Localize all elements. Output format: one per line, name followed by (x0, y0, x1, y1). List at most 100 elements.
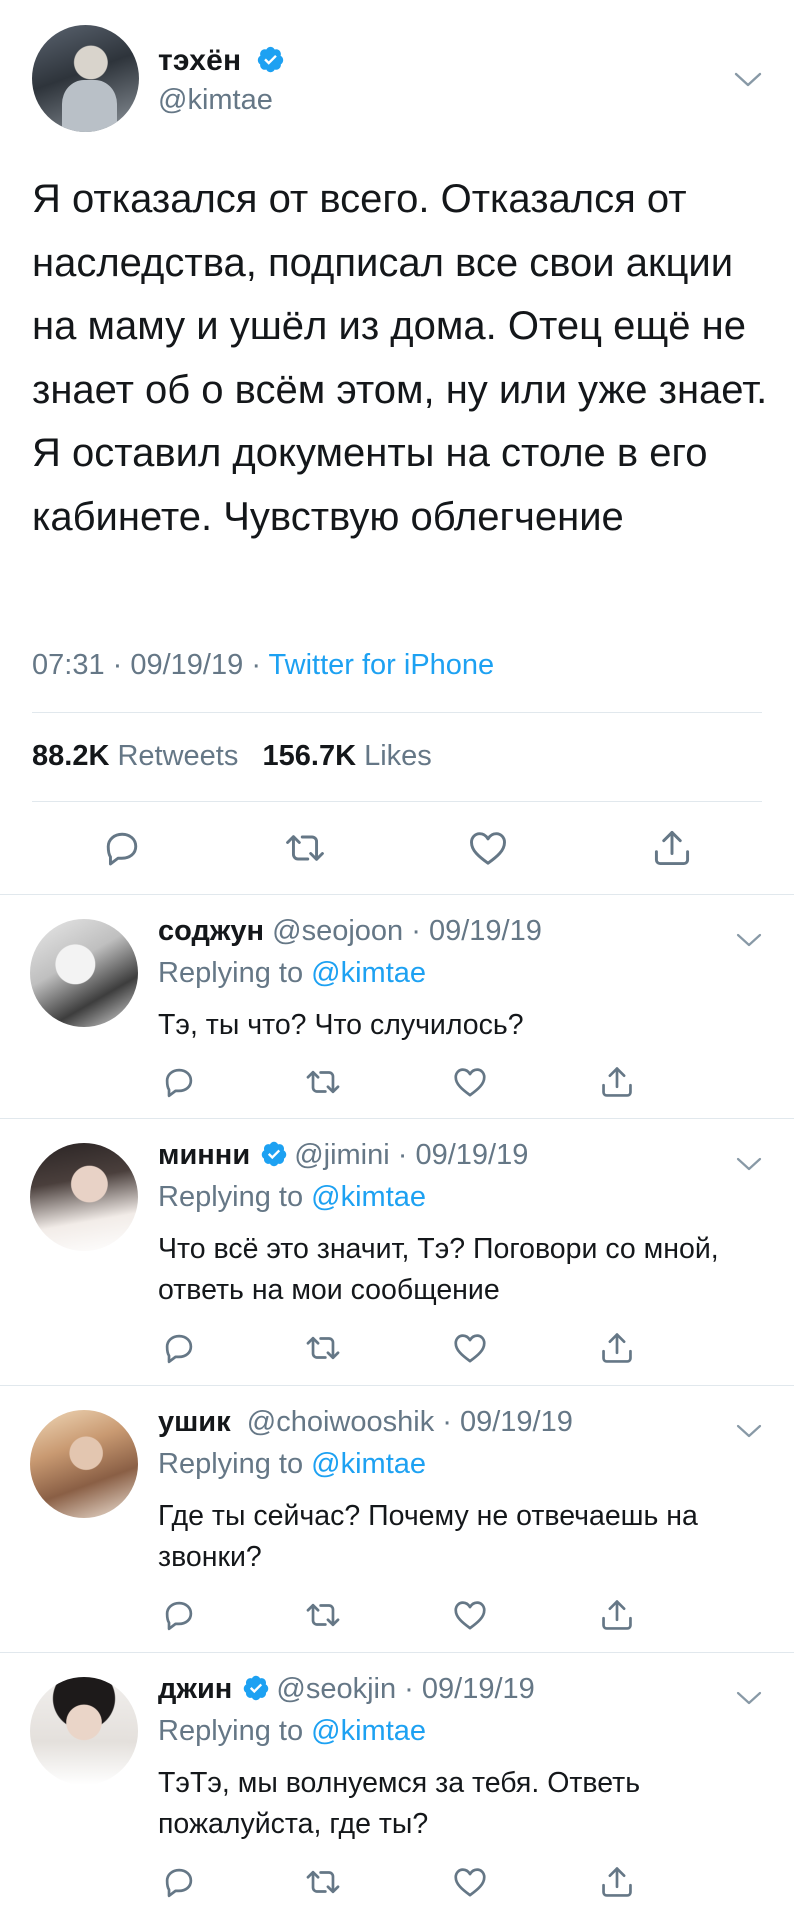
reply-text: Что всё это значит, Тэ? Поговори со мной… (158, 1233, 719, 1306)
heart-icon (454, 1068, 486, 1097)
avatar[interactable] (30, 1143, 138, 1251)
tweet-date: 09/19/19 (130, 649, 244, 681)
reply-date: 09/19/19 (428, 915, 542, 947)
reply-header: джин @seokjin · 09/19/19 (158, 1673, 535, 1706)
avatar[interactable] (30, 1410, 138, 1518)
retweet-icon (306, 1870, 340, 1894)
likes-label: Likes (364, 740, 432, 772)
reply-tweet[interactable]: джин @seokjin · 09/19/19 Replying to @ki… (0, 1653, 794, 1920)
retweet-button[interactable] (304, 1863, 342, 1901)
like-button[interactable] (451, 1329, 489, 1367)
tweet-stats: 88.2K Retweets 156.7K Likes (32, 740, 432, 773)
divider (32, 801, 762, 802)
replying-label: Replying to (158, 1715, 304, 1747)
tweet-meta: 07:31 · 09/19/19 · Twitter for iPhone (32, 649, 494, 682)
avatar[interactable] (30, 919, 138, 1027)
reply-author-name[interactable]: джин (158, 1673, 232, 1705)
reply-text: Тэ, ты что? Что случилось? (158, 1009, 524, 1041)
reply-header: минни @jimini · 09/19/19 (158, 1139, 528, 1172)
reply-author-handle[interactable]: @seojoon (272, 915, 403, 947)
chevron-down-icon[interactable] (736, 933, 762, 947)
retweets-count: 88.2K (32, 740, 110, 772)
share-button[interactable] (598, 1063, 636, 1101)
reply-icon (165, 1068, 193, 1098)
reply-date: 09/19/19 (415, 1139, 529, 1171)
reply-text: Где ты сейчас? Почему не отвечаешь на зв… (158, 1500, 698, 1573)
reply-author-handle[interactable]: @jimini (294, 1139, 390, 1171)
mention-link[interactable]: @kimtae (311, 1181, 426, 1213)
reply-author-handle[interactable]: @choiwooshik (247, 1406, 434, 1438)
like-button[interactable] (466, 826, 510, 870)
likes-stat[interactable]: 156.7K Likes (263, 740, 432, 772)
tweet-source-link[interactable]: Twitter for iPhone (269, 649, 495, 681)
retweets-stat[interactable]: 88.2K Retweets (32, 740, 238, 772)
like-button[interactable] (451, 1063, 489, 1101)
reply-button[interactable] (160, 1596, 198, 1634)
reply-icon (106, 832, 138, 866)
reply-button[interactable] (160, 1329, 198, 1367)
likes-count: 156.7K (262, 740, 357, 772)
share-button[interactable] (598, 1596, 636, 1634)
verified-icon (257, 46, 284, 73)
chevron-down-icon[interactable] (736, 1157, 762, 1171)
reply-text: ТэТэ, мы волнуемся за тебя. Ответь пожал… (158, 1767, 641, 1840)
chevron-down-icon[interactable] (736, 1424, 762, 1438)
share-button[interactable] (650, 826, 694, 870)
retweet-button[interactable] (304, 1329, 342, 1367)
retweet-icon (306, 1070, 340, 1094)
reply-author-handle[interactable]: @seokjin (276, 1673, 396, 1705)
share-button[interactable] (598, 1329, 636, 1367)
retweet-icon (306, 1603, 340, 1627)
like-button[interactable] (451, 1596, 489, 1634)
heart-icon (454, 1601, 486, 1630)
reply-button[interactable] (100, 826, 144, 870)
heart-icon (454, 1334, 486, 1363)
tweet-text: Я отказался от всего. Отказался от насле… (32, 177, 768, 539)
author-name[interactable]: тэхён (158, 44, 285, 78)
reply-date: 09/19/19 (459, 1406, 573, 1438)
reply-header: ушик @choiwooshik · 09/19/19 (158, 1406, 573, 1439)
mention-link[interactable]: @kimtae (311, 1715, 426, 1747)
reply-button[interactable] (160, 1063, 198, 1101)
share-icon (602, 1067, 632, 1097)
main-tweet: тэхён @kimtae Я отказался от всего. Отка… (0, 0, 794, 895)
reply-tweet[interactable]: ушик @choiwooshik · 09/19/19 Replying to… (0, 1386, 794, 1653)
heart-icon (454, 1868, 486, 1897)
verified-icon (261, 1141, 287, 1167)
author-avatar[interactable] (32, 25, 139, 132)
share-icon (602, 1600, 632, 1630)
replying-label: Replying to (158, 957, 304, 989)
replying-label: Replying to (158, 1181, 304, 1213)
reply-author-name[interactable]: ушик (158, 1406, 231, 1438)
reply-date: 09/19/19 (421, 1673, 535, 1705)
reply-tweet[interactable]: соджун @seojoon · 09/19/19 Replying to @… (0, 895, 794, 1119)
verified-icon (244, 1675, 269, 1701)
mention-link[interactable]: @kimtae (311, 1448, 426, 1480)
author-name-text: тэхён (158, 44, 242, 77)
reply-author-name[interactable]: соджун (158, 915, 264, 947)
reply-icon (165, 1601, 193, 1631)
share-icon (602, 1867, 632, 1897)
retweet-button[interactable] (283, 826, 327, 870)
like-button[interactable] (451, 1863, 489, 1901)
reply-button[interactable] (160, 1863, 198, 1901)
reply-tweet[interactable]: минни @jimini · 09/19/19 Replying to @ki… (0, 1119, 794, 1386)
replying-to: Replying to @kimtae (158, 1448, 426, 1481)
heart-icon (470, 832, 506, 865)
meta-separator: · (251, 649, 269, 681)
chevron-down-icon[interactable] (736, 1691, 762, 1705)
retweets-label: Retweets (117, 740, 239, 772)
chevron-down-icon[interactable] (734, 72, 762, 88)
retweet-button[interactable] (304, 1596, 342, 1634)
mention-link[interactable]: @kimtae (311, 957, 426, 989)
avatar[interactable] (30, 1677, 138, 1785)
reply-author-name[interactable]: минни (158, 1139, 250, 1171)
reply-separator: · (434, 1406, 460, 1438)
retweet-button[interactable] (304, 1063, 342, 1101)
reply-separator: · (396, 1673, 422, 1705)
share-button[interactable] (598, 1863, 636, 1901)
author-handle[interactable]: @kimtae (158, 84, 273, 117)
reply-icon (165, 1868, 193, 1898)
meta-separator: · (112, 649, 131, 681)
share-icon (602, 1333, 632, 1363)
